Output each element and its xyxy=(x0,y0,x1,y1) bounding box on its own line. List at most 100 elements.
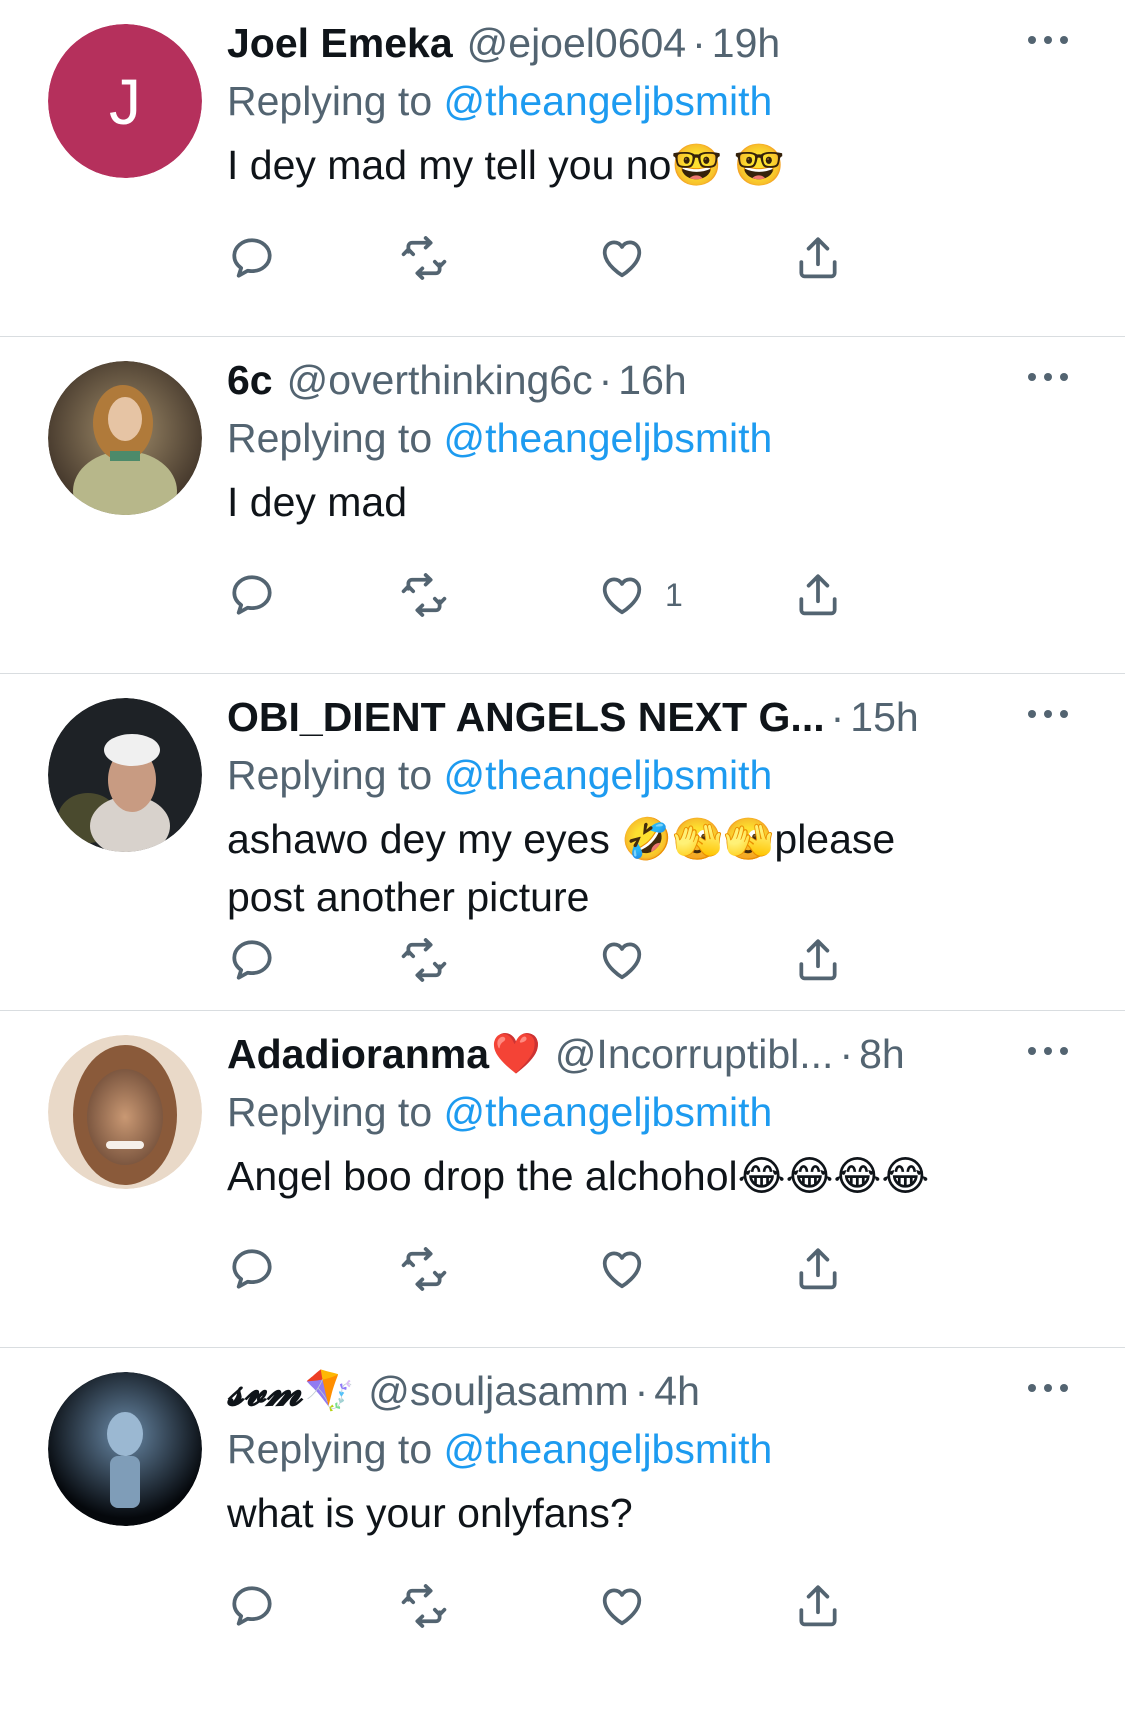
mention-link[interactable]: @theangeljbsmith xyxy=(444,752,773,798)
retweet-button[interactable] xyxy=(399,1580,449,1632)
avatar-letter: J xyxy=(109,66,141,138)
tweet[interactable]: OBI_DIENT ANGELS NEXT G... · 15h Replyin… xyxy=(0,674,1125,1011)
mention-link[interactable]: @theangeljbsmith xyxy=(444,78,773,124)
share-icon xyxy=(793,570,843,620)
avatar[interactable]: J xyxy=(48,24,202,178)
reply-button[interactable] xyxy=(227,1580,277,1632)
share-icon xyxy=(793,233,843,283)
action-bar: 1 xyxy=(227,569,927,629)
share-button[interactable] xyxy=(793,1580,843,1632)
reply-icon xyxy=(227,935,277,985)
reply-button[interactable] xyxy=(227,569,277,621)
reply-icon xyxy=(227,1244,277,1294)
tweet[interactable]: 6c @overthinking6c · 16h Replying to @th… xyxy=(0,337,1125,674)
more-options-icon[interactable] xyxy=(1026,1041,1070,1061)
like-button[interactable] xyxy=(597,232,665,284)
username-handle[interactable]: @overthinking6c xyxy=(287,351,593,409)
tweet-text: Angel boo drop the alchohol😂😂😂😂 xyxy=(227,1153,930,1199)
avatar[interactable] xyxy=(48,698,202,852)
like-button[interactable] xyxy=(597,934,665,986)
display-name[interactable]: OBI_DIENT ANGELS NEXT G... xyxy=(227,688,825,746)
tweet[interactable]: Adadioranma ❤️ @Incorruptibl... · 8h Rep… xyxy=(0,1011,1125,1348)
like-count: 1 xyxy=(665,576,683,613)
share-button[interactable] xyxy=(793,569,843,621)
reply-icon xyxy=(227,570,277,620)
display-name[interactable]: 𝓼𝓿𝓶 xyxy=(227,1362,302,1420)
avatar[interactable] xyxy=(48,361,202,515)
more-options-icon[interactable] xyxy=(1026,704,1070,724)
separator-dot: · xyxy=(598,357,613,403)
timestamp[interactable]: 8h xyxy=(859,1025,905,1083)
reply-button[interactable] xyxy=(227,934,277,986)
share-icon xyxy=(793,935,843,985)
reply-icon xyxy=(227,233,277,283)
action-bar xyxy=(227,934,927,994)
timestamp[interactable]: 19h xyxy=(712,14,780,72)
replying-to: Replying to @theangeljbsmith xyxy=(227,72,1045,130)
share-icon xyxy=(793,1581,843,1631)
heart-icon xyxy=(597,935,647,985)
tweet-text: what is your onlyfans? xyxy=(227,1490,633,1536)
like-button[interactable] xyxy=(597,1243,665,1295)
replying-to: Replying to @theangeljbsmith xyxy=(227,1083,1045,1141)
username-handle[interactable]: @ejoel0604 xyxy=(467,14,686,72)
action-bar xyxy=(227,1243,927,1303)
more-options-icon[interactable] xyxy=(1026,1378,1070,1398)
username-handle[interactable]: @Incorruptibl... xyxy=(555,1025,834,1083)
like-button[interactable] xyxy=(597,1580,665,1632)
replying-to-label: Replying to xyxy=(227,78,444,124)
tweet-text: I dey mad xyxy=(227,479,408,525)
reply-button[interactable] xyxy=(227,232,277,284)
share-icon xyxy=(793,1244,843,1294)
more-options-icon[interactable] xyxy=(1026,30,1070,50)
timestamp[interactable]: 15h xyxy=(850,688,918,746)
retweet-icon xyxy=(399,570,449,620)
mention-link[interactable]: @theangeljbsmith xyxy=(444,415,773,461)
share-button[interactable] xyxy=(793,934,843,986)
retweet-button[interactable] xyxy=(399,232,449,284)
retweet-button[interactable] xyxy=(399,1243,449,1295)
separator-dot: · xyxy=(839,1031,854,1077)
heart-icon xyxy=(597,1244,647,1294)
avatar[interactable] xyxy=(48,1035,202,1189)
replying-to-label: Replying to xyxy=(227,1426,444,1472)
retweet-button[interactable] xyxy=(399,569,449,621)
tweet[interactable]: J Joel Emeka @ejoel0604 · 19h Replying t… xyxy=(0,0,1125,337)
display-name[interactable]: 6c xyxy=(227,351,273,409)
retweet-button[interactable] xyxy=(399,934,449,986)
timestamp[interactable]: 4h xyxy=(654,1362,700,1420)
like-button[interactable]: 1 xyxy=(597,569,683,621)
replies-feed: J Joel Emeka @ejoel0604 · 19h Replying t… xyxy=(0,0,1125,1685)
reply-icon xyxy=(227,1581,277,1631)
tweet-text: I dey mad my tell you no🤓 🤓 xyxy=(227,142,785,188)
replying-to: Replying to @theangeljbsmith xyxy=(227,746,1045,804)
heart-icon xyxy=(597,570,647,620)
username-handle[interactable]: @souljasamm xyxy=(368,1362,628,1420)
separator-dot: · xyxy=(634,1368,649,1414)
replying-to: Replying to @theangeljbsmith xyxy=(227,1420,1045,1478)
tweet-text: ashawo dey my eyes 🤣🫣🫣please post anothe… xyxy=(227,816,896,920)
display-name[interactable]: Adadioranma xyxy=(227,1025,489,1083)
share-button[interactable] xyxy=(793,232,843,284)
avatar[interactable] xyxy=(48,1372,202,1526)
heart-icon xyxy=(597,1581,647,1631)
tweet[interactable]: 𝓼𝓿𝓶 🪁 @souljasamm · 4h Replying to @thea… xyxy=(0,1348,1125,1685)
replying-to-label: Replying to xyxy=(227,752,444,798)
heart-emoji: ❤️ xyxy=(491,1032,541,1076)
display-name[interactable]: Joel Emeka xyxy=(227,14,453,72)
mention-link[interactable]: @theangeljbsmith xyxy=(444,1089,773,1135)
separator-dot: · xyxy=(830,694,845,740)
more-options-icon[interactable] xyxy=(1026,367,1070,387)
replying-to: Replying to @theangeljbsmith xyxy=(227,409,1045,467)
retweet-icon xyxy=(399,935,449,985)
share-button[interactable] xyxy=(793,1243,843,1295)
kite-emoji: 🪁 xyxy=(304,1369,355,1413)
retweet-icon xyxy=(399,1244,449,1294)
timestamp[interactable]: 16h xyxy=(618,351,686,409)
replying-to-label: Replying to xyxy=(227,415,444,461)
mention-link[interactable]: @theangeljbsmith xyxy=(444,1426,773,1472)
heart-icon xyxy=(597,233,647,283)
action-bar xyxy=(227,232,927,292)
retweet-icon xyxy=(399,1581,449,1631)
reply-button[interactable] xyxy=(227,1243,277,1295)
